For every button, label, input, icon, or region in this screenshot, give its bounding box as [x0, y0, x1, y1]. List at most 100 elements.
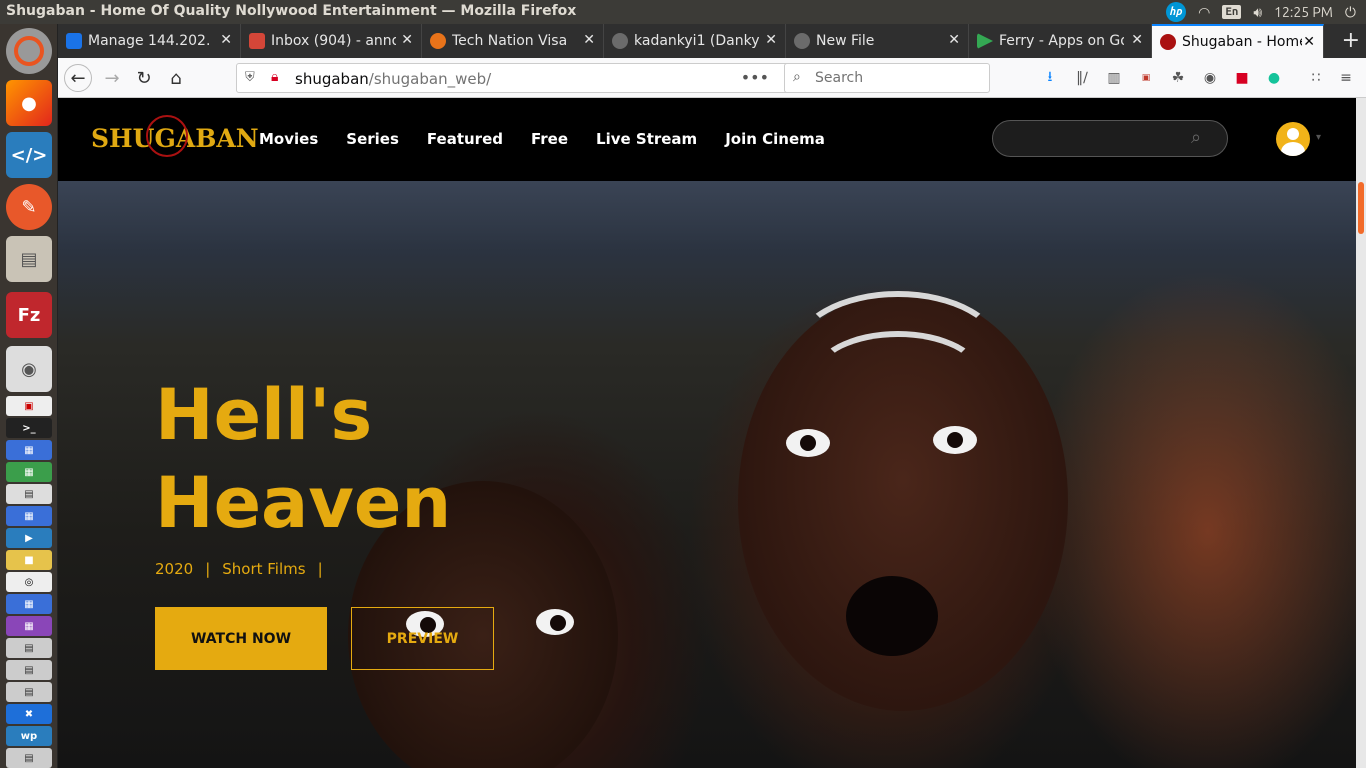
extension-icon[interactable]: ☘: [1168, 68, 1188, 88]
search-icon: ⌕: [793, 69, 801, 85]
menu-series[interactable]: Series: [346, 130, 399, 148]
favicon-icon: [430, 33, 446, 49]
extensions-grid-icon[interactable]: ∷: [1306, 68, 1326, 88]
tab-label: Ferry - Apps on Go: [999, 33, 1124, 49]
tab[interactable]: New File ✕: [786, 24, 969, 58]
launcher-app-icon[interactable]: ▣: [6, 396, 52, 416]
new-tab-icon[interactable]: +: [1342, 28, 1360, 53]
filezilla-icon[interactable]: Fz: [6, 292, 52, 338]
power-icon[interactable]: ⏻: [1345, 4, 1356, 21]
hero-banner: Hell's Heaven 2020 | Short Films | WATCH…: [58, 181, 1356, 768]
preview-button[interactable]: PREVIEW: [351, 607, 494, 670]
avatar[interactable]: [1276, 122, 1310, 156]
account-icon[interactable]: ◉: [1200, 68, 1220, 88]
clock[interactable]: 12:25 PM: [1274, 4, 1333, 20]
close-icon[interactable]: ✕: [948, 32, 960, 48]
library-icon[interactable]: ‖∕: [1072, 68, 1092, 88]
menu-free[interactable]: Free: [531, 130, 568, 148]
launcher-app-icon[interactable]: ▤: [6, 682, 52, 702]
url-bar[interactable]: ⛨ 🔒︎ shugaban/shugaban_web/ ••• ♡ ☆: [236, 63, 832, 93]
close-icon[interactable]: ✕: [401, 32, 413, 48]
launcher-app-icon[interactable]: ▤: [6, 660, 52, 680]
tab-label: Tech Nation Visa: [452, 33, 568, 49]
gmail-icon: [249, 33, 265, 49]
menu-movies[interactable]: Movies: [259, 130, 318, 148]
chevron-down-icon[interactable]: ▾: [1316, 132, 1321, 143]
watch-now-button[interactable]: WATCH NOW: [155, 607, 327, 670]
terminal-icon[interactable]: >_: [6, 418, 52, 438]
hero-meta: 2020 | Short Films |: [155, 560, 323, 578]
mouth-image: [846, 576, 938, 656]
tab[interactable]: Manage 144.202. ✕: [58, 24, 241, 58]
tab[interactable]: Inbox (904) - anno ✕: [241, 24, 422, 58]
vscode-icon[interactable]: </>: [6, 132, 52, 178]
extension-icon[interactable]: ■: [1232, 68, 1252, 88]
tab-label: New File: [816, 33, 875, 49]
search-icon[interactable]: ⌕: [1191, 127, 1213, 149]
wifi-icon[interactable]: ◠: [1198, 4, 1210, 21]
launcher-app-icon[interactable]: wp: [6, 726, 52, 746]
scrollbar-thumb[interactable]: [1358, 182, 1364, 234]
tab-label: kadankyi1 (Danky: [634, 33, 759, 49]
main-menu: Movies Series Featured Free Live Stream …: [259, 130, 825, 148]
menu-join-cinema[interactable]: Join Cinema: [725, 130, 825, 148]
launcher-app-icon[interactable]: ▶: [6, 528, 52, 548]
hp-icon[interactable]: hp: [1166, 2, 1187, 22]
launcher-app-icon[interactable]: ▦: [6, 440, 52, 460]
menu-featured[interactable]: Featured: [427, 130, 503, 148]
close-icon[interactable]: ✕: [583, 32, 595, 48]
files-icon[interactable]: ▤: [6, 236, 52, 282]
volume-icon[interactable]: 🔊︎: [1253, 4, 1262, 21]
firefox-icon[interactable]: ●: [6, 80, 52, 126]
navigation-bar: ← → ↻ ⌂ ⛨ 🔒︎ shugaban/shugaban_web/ ••• …: [58, 58, 1366, 98]
speaker-app-icon[interactable]: ◉: [6, 346, 52, 392]
back-icon[interactable]: ←: [64, 64, 92, 92]
ubuntu-dash-icon[interactable]: [6, 28, 52, 74]
trash-icon[interactable]: ▤: [6, 748, 52, 768]
github-icon: [612, 33, 628, 49]
logo-ring-icon: [146, 115, 188, 157]
keyboard-layout-indicator[interactable]: En: [1222, 5, 1242, 19]
launcher-app-icon[interactable]: ▤: [6, 484, 52, 504]
shugaban-logo[interactable]: SHUGABAN: [91, 115, 259, 157]
tab-label: Inbox (904) - anno: [271, 33, 396, 49]
search-input[interactable]: ⌕ Search: [784, 63, 990, 93]
url-host: shugaban: [295, 70, 369, 88]
home-icon[interactable]: ⌂: [162, 64, 190, 92]
postman-icon[interactable]: ✎: [6, 184, 52, 230]
close-icon[interactable]: ✕: [1131, 32, 1143, 48]
tab[interactable]: kadankyi1 (Danky ✕: [604, 24, 786, 58]
tab[interactable]: Tech Nation Visa ✕: [422, 24, 604, 58]
obs-icon[interactable]: ◎: [6, 572, 52, 592]
shield-icon[interactable]: ⛨: [245, 70, 255, 85]
sidebar-icon[interactable]: ▥: [1104, 68, 1124, 88]
close-icon[interactable]: ✕: [765, 32, 777, 48]
launcher-app-icon[interactable]: ▦: [6, 506, 52, 526]
cors-extension-icon[interactable]: ▣: [1136, 68, 1156, 88]
search-placeholder: Search: [815, 70, 864, 86]
notes-icon[interactable]: ■: [6, 550, 52, 570]
site-search-input[interactable]: ⌕: [992, 120, 1228, 157]
tab-strip: Manage 144.202. ✕ Inbox (904) - anno ✕ T…: [58, 24, 1366, 58]
url-path: /shugaban_web/: [368, 70, 492, 88]
menu-live-stream[interactable]: Live Stream: [596, 130, 697, 148]
close-icon[interactable]: ✕: [1303, 34, 1315, 50]
grammarly-icon[interactable]: ●: [1264, 68, 1284, 88]
download-icon[interactable]: ⭳: [1040, 68, 1060, 88]
launcher-app-icon[interactable]: ✖: [6, 704, 52, 724]
spreadsheet-icon[interactable]: ▦: [6, 462, 52, 482]
hamburger-menu-icon[interactable]: ≡: [1336, 68, 1356, 88]
tab-active[interactable]: Shugaban - Home ✕: [1152, 24, 1324, 58]
launcher-app-icon[interactable]: ▦: [6, 594, 52, 614]
page-actions-icon[interactable]: •••: [741, 68, 769, 87]
launcher-app-icon[interactable]: ▦: [6, 616, 52, 636]
forward-icon[interactable]: →: [98, 64, 126, 92]
launcher-app-icon[interactable]: ▤: [6, 638, 52, 658]
genre-label[interactable]: Short Films: [222, 560, 305, 578]
eye-image: [933, 426, 977, 454]
reload-icon[interactable]: ↻: [130, 64, 158, 92]
tab[interactable]: Ferry - Apps on Go ✕: [969, 24, 1152, 58]
close-icon[interactable]: ✕: [220, 32, 232, 48]
page-scrollbar[interactable]: [1356, 98, 1366, 768]
insecure-lock-icon[interactable]: 🔒︎: [271, 69, 278, 85]
